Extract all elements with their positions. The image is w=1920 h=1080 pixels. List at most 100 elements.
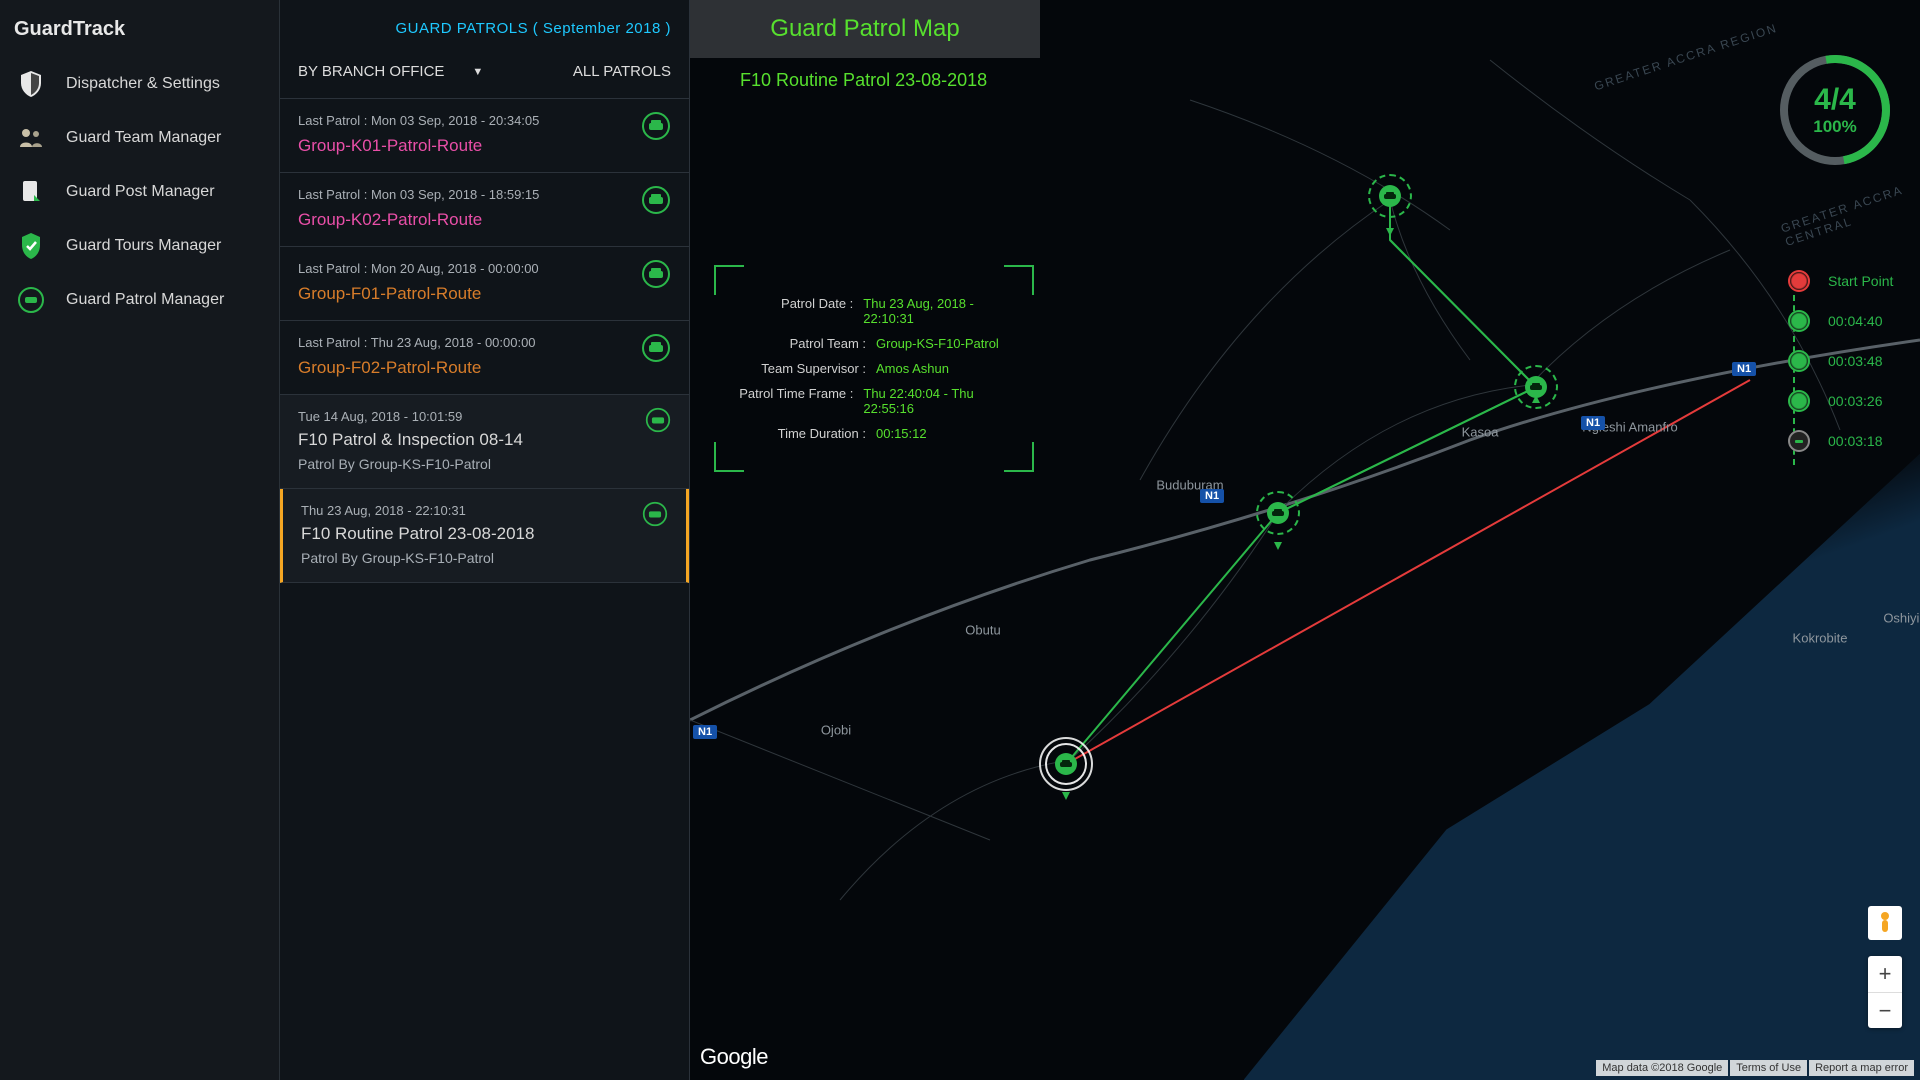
nav-dispatcher[interactable]: Dispatcher & Settings bbox=[0, 57, 279, 111]
checkpoint-row[interactable]: 00:03:18 bbox=[1788, 430, 1898, 452]
route-item[interactable]: Last Patrol : Thu 23 Aug, 2018 - 00:00:0… bbox=[280, 321, 689, 395]
patrol-list-panel: GUARD PATROLS ( September 2018 ) BY BRAN… bbox=[280, 0, 690, 1080]
route-item[interactable]: Last Patrol : Mon 03 Sep, 2018 - 18:59:1… bbox=[280, 173, 689, 247]
nav-label: Guard Patrol Manager bbox=[66, 291, 224, 309]
info-value: Thu 23 Aug, 2018 - 22:10:31 bbox=[853, 296, 1012, 326]
patrol-by: Patrol By Group-KS-F10-Patrol bbox=[301, 550, 668, 566]
checkpoint-label: Start Point bbox=[1828, 273, 1898, 289]
checkpoint-dot-icon bbox=[1788, 390, 1810, 412]
post-icon bbox=[18, 179, 44, 205]
info-value: Thu 22:40:04 - Thu 22:55:16 bbox=[853, 386, 1012, 416]
map-terrain bbox=[690, 0, 1920, 1080]
road-badge: N1 bbox=[1732, 362, 1756, 376]
map-subtitle: F10 Routine Patrol 23-08-2018 bbox=[740, 70, 987, 91]
app-brand: GuardTrack bbox=[0, 0, 279, 57]
map-marker[interactable] bbox=[1373, 179, 1407, 213]
info-label: Patrol Time Frame : bbox=[736, 386, 853, 416]
nav-team-manager[interactable]: Guard Team Manager bbox=[0, 111, 279, 165]
vehicle-icon bbox=[641, 111, 671, 141]
info-label: Time Duration : bbox=[736, 426, 866, 441]
patrol-icon bbox=[18, 287, 44, 313]
place-label: Kokrobite bbox=[1793, 631, 1848, 646]
checkpoint-row[interactable]: 00:04:40 bbox=[1788, 310, 1898, 332]
gauge-percent: 100% bbox=[1813, 117, 1856, 137]
road-badge: N1 bbox=[693, 725, 717, 739]
vehicle-icon bbox=[641, 185, 671, 215]
checkpoint-label: 00:03:26 bbox=[1828, 393, 1898, 409]
checkpoint-row[interactable]: Start Point bbox=[1788, 270, 1898, 292]
gauge-value: 4/4 bbox=[1814, 83, 1856, 117]
route-last-patrol: Last Patrol : Mon 03 Sep, 2018 - 18:59:1… bbox=[298, 187, 671, 202]
route-last-patrol: Last Patrol : Thu 23 Aug, 2018 - 00:00:0… bbox=[298, 335, 671, 350]
vehicle-icon bbox=[641, 259, 671, 289]
zoom-control: + − bbox=[1868, 956, 1902, 1028]
map-title: Guard Patrol Map bbox=[770, 15, 959, 43]
map-credits: Map data ©2018 Google Terms of Use Repor… bbox=[1596, 1060, 1914, 1076]
nav-tours-manager[interactable]: Guard Tours Manager bbox=[0, 219, 279, 273]
chevron-down-icon: ▼ bbox=[472, 66, 483, 78]
checkpoint-label: 00:03:18 bbox=[1828, 433, 1898, 449]
sidebar: GuardTrack Dispatcher & Settings Guard T… bbox=[0, 0, 280, 1080]
info-value: Group-KS-F10-Patrol bbox=[866, 336, 999, 351]
branch-filter-select[interactable]: BY BRANCH OFFICE ▼ bbox=[298, 63, 483, 80]
checkpoint-dot-icon bbox=[1788, 310, 1810, 332]
checkpoint-row[interactable]: 00:03:48 bbox=[1788, 350, 1898, 372]
nav-label: Guard Post Manager bbox=[66, 183, 215, 201]
patrol-title: F10 Routine Patrol 23-08-2018 bbox=[301, 524, 668, 544]
road-badge: N1 bbox=[1200, 489, 1224, 503]
map-marker[interactable] bbox=[1261, 496, 1295, 530]
map-provider-logo: Google bbox=[700, 1044, 768, 1070]
route-last-patrol: Last Patrol : Mon 20 Aug, 2018 - 00:00:0… bbox=[298, 261, 671, 276]
place-label: Kasoa bbox=[1462, 425, 1499, 440]
completion-gauge: 4/4 100% bbox=[1780, 55, 1890, 165]
checkpoint-dot-icon bbox=[1788, 270, 1810, 292]
place-label: Obutu bbox=[965, 623, 1000, 638]
checkpoint-label: 00:03:48 bbox=[1828, 353, 1898, 369]
patrol-time: Tue 14 Aug, 2018 - 10:01:59 bbox=[298, 409, 671, 424]
patrol-item[interactable]: Thu 23 Aug, 2018 - 22:10:31 F10 Routine … bbox=[280, 489, 689, 583]
patrol-list-heading: GUARD PATROLS ( September 2018 ) bbox=[280, 0, 689, 49]
info-label: Patrol Team : bbox=[736, 336, 866, 351]
tour-icon bbox=[18, 233, 44, 259]
map-marker[interactable] bbox=[1519, 370, 1553, 404]
patrol-time: Thu 23 Aug, 2018 - 22:10:31 bbox=[301, 503, 668, 518]
nav-patrol-manager[interactable]: Guard Patrol Manager bbox=[0, 273, 279, 327]
checkpoint-panel: Start Point 00:04:40 00:03:48 00:03:26 0… bbox=[1788, 270, 1898, 452]
nav-label: Dispatcher & Settings bbox=[66, 75, 220, 93]
info-value: Amos Ashun bbox=[866, 361, 949, 376]
info-label: Patrol Date : bbox=[736, 296, 853, 326]
checkpoint-label: 00:04:40 bbox=[1828, 313, 1898, 329]
map-area[interactable]: Guard Patrol Map F10 Routine Patrol 23-0… bbox=[690, 0, 1920, 1080]
streetview-pegman[interactable] bbox=[1868, 906, 1902, 940]
patrol-by: Patrol By Group-KS-F10-Patrol bbox=[298, 456, 671, 472]
map-credit[interactable]: Report a map error bbox=[1809, 1060, 1914, 1076]
route-name: Group-F02-Patrol-Route bbox=[298, 358, 671, 378]
all-patrols-button[interactable]: ALL PATROLS bbox=[573, 63, 671, 80]
checkpoint-dot-icon bbox=[1788, 350, 1810, 372]
map-credit[interactable]: Map data ©2018 Google bbox=[1596, 1060, 1728, 1076]
map-credit[interactable]: Terms of Use bbox=[1730, 1060, 1807, 1076]
nav-post-manager[interactable]: Guard Post Manager bbox=[0, 165, 279, 219]
place-label: Oshiyie bbox=[1883, 611, 1920, 626]
nav-label: Guard Team Manager bbox=[66, 129, 221, 147]
vehicle-icon bbox=[645, 407, 671, 433]
route-name: Group-F01-Patrol-Route bbox=[298, 284, 671, 304]
route-item[interactable]: Last Patrol : Mon 03 Sep, 2018 - 20:34:0… bbox=[280, 99, 689, 173]
filter-label: BY BRANCH OFFICE bbox=[298, 63, 444, 80]
info-label: Team Supervisor : bbox=[736, 361, 866, 376]
checkpoint-dot-icon bbox=[1788, 430, 1810, 452]
map-title-bar: Guard Patrol Map bbox=[690, 0, 1040, 58]
checkpoint-row[interactable]: 00:03:26 bbox=[1788, 390, 1898, 412]
zoom-out-button[interactable]: − bbox=[1868, 992, 1902, 1028]
vehicle-icon bbox=[641, 333, 671, 363]
nav-label: Guard Tours Manager bbox=[66, 237, 221, 255]
patrol-item[interactable]: Tue 14 Aug, 2018 - 10:01:59 F10 Patrol &… bbox=[280, 395, 689, 489]
shield-icon bbox=[18, 71, 44, 97]
patrol-info-card: Patrol Date :Thu 23 Aug, 2018 - 22:10:31… bbox=[714, 265, 1034, 472]
vehicle-icon bbox=[642, 501, 668, 527]
team-icon bbox=[18, 125, 44, 151]
route-item[interactable]: Last Patrol : Mon 20 Aug, 2018 - 00:00:0… bbox=[280, 247, 689, 321]
zoom-in-button[interactable]: + bbox=[1868, 956, 1902, 992]
info-value: 00:15:12 bbox=[866, 426, 927, 441]
map-marker[interactable] bbox=[1049, 747, 1083, 781]
